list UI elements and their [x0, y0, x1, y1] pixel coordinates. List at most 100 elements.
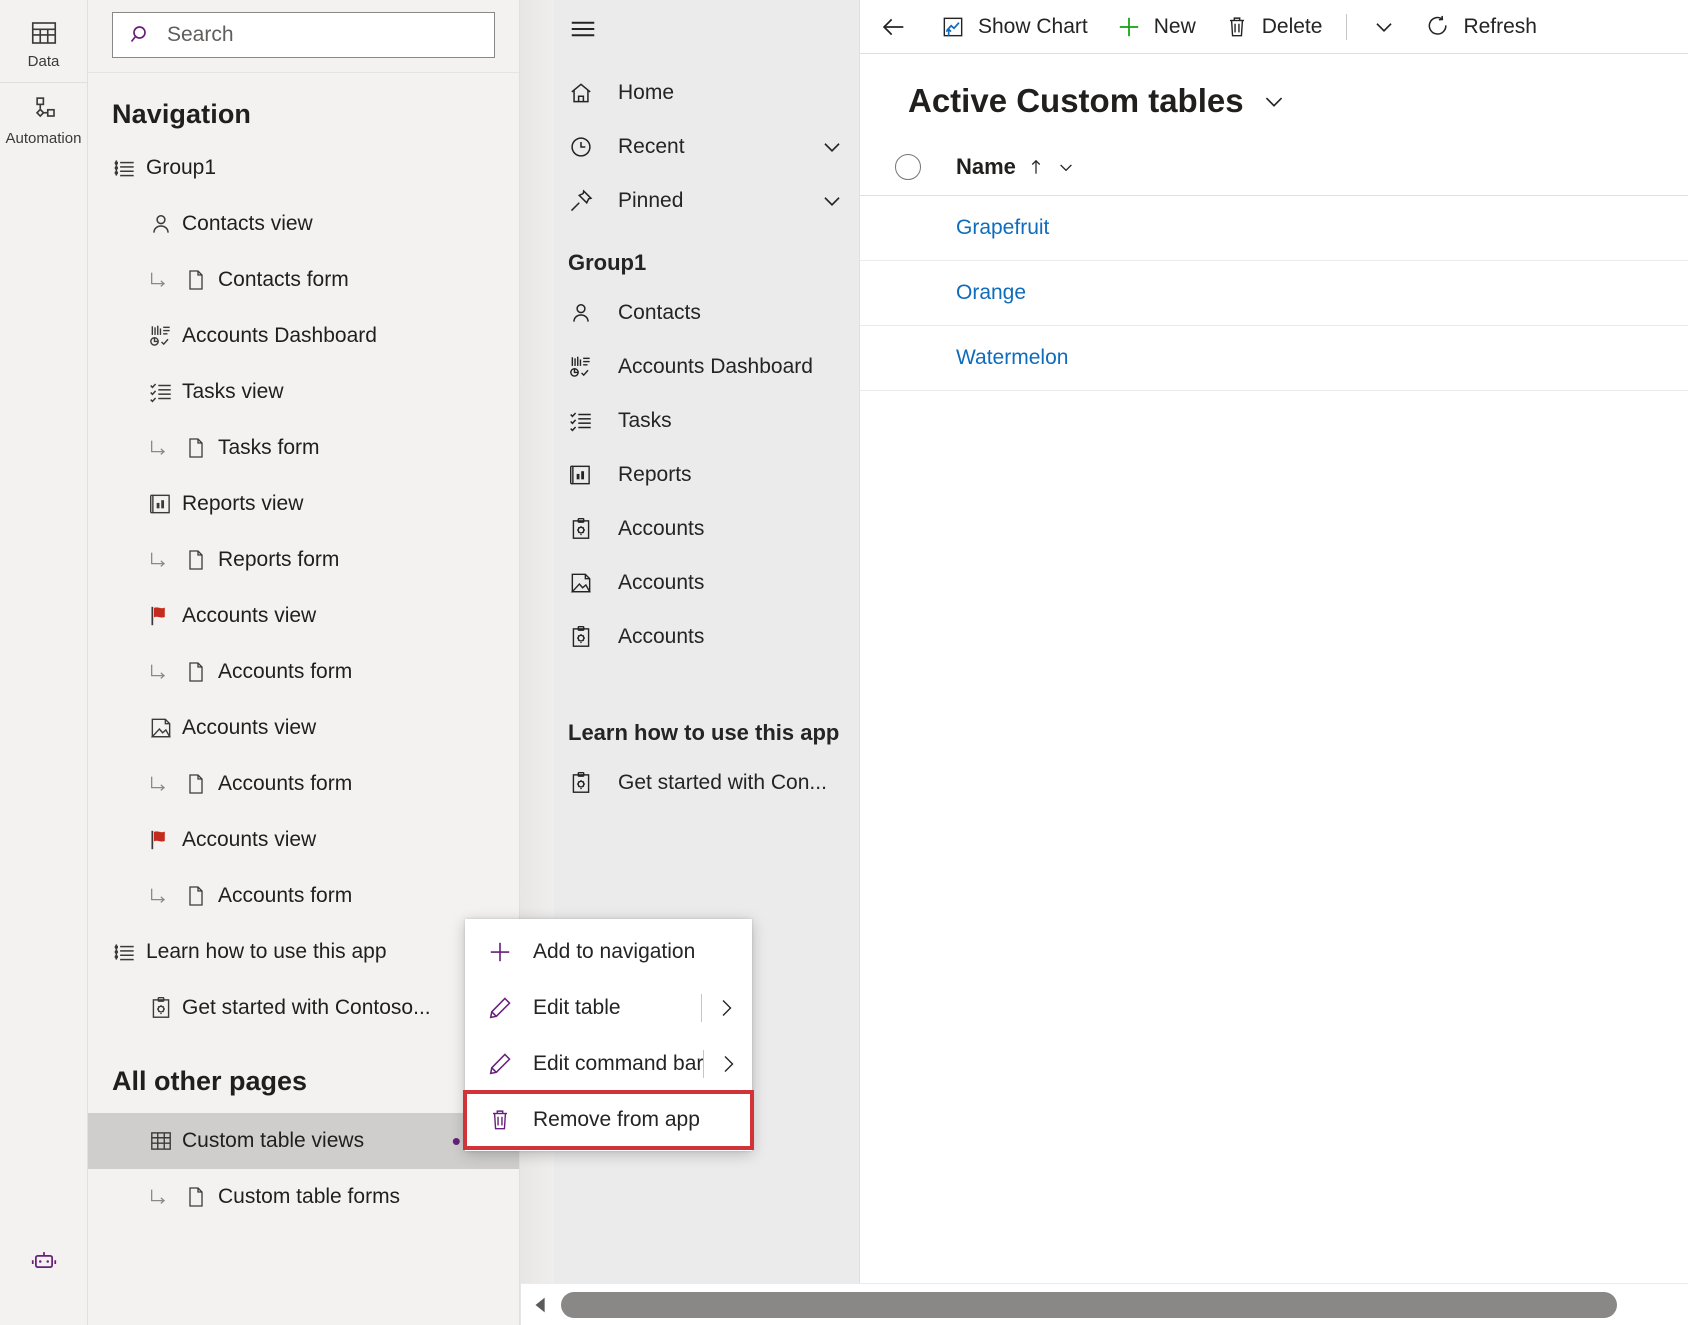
all-other-pages-header: All other pages: [112, 1066, 308, 1096]
branch-arrow-icon: [148, 549, 184, 571]
preview-item-label: Accounts: [618, 625, 705, 648]
table-row[interactable]: Orange: [860, 261, 1688, 326]
branch-arrow-icon: [148, 661, 184, 683]
preview-item-home[interactable]: Home: [520, 66, 859, 120]
record-name-link[interactable]: Grapefruit: [956, 216, 1049, 240]
nav-node-accounts-view-3[interactable]: Accounts view: [88, 812, 519, 868]
red-flag-icon: [148, 827, 182, 853]
nav-node-label: Custom table views: [182, 1129, 365, 1152]
nav-node-custom-table-forms[interactable]: Custom table forms: [88, 1169, 519, 1225]
preview-item-recent[interactable]: Recent: [520, 120, 859, 174]
plus-icon: [1116, 14, 1142, 40]
preview-item-reports[interactable]: Reports: [520, 448, 859, 502]
view-selector[interactable]: Active Custom tables: [860, 54, 1688, 138]
menu-item-edit-table[interactable]: Edit table: [465, 980, 752, 1036]
trash-icon: [1224, 14, 1250, 40]
nav-node-get-started[interactable]: Get started with Contoso...: [88, 980, 519, 1036]
copilot-bot-icon[interactable]: [0, 1249, 88, 1279]
nav-node-label: Contacts view: [182, 212, 313, 235]
scroll-left-arrow[interactable]: [521, 1294, 561, 1316]
table-row[interactable]: Watermelon: [860, 326, 1688, 391]
nav-node-custom-table-views[interactable]: Custom table views •••: [88, 1113, 519, 1169]
nav-node-accounts-form-2[interactable]: Accounts form: [88, 756, 519, 812]
preview-item-label: Accounts: [618, 517, 705, 540]
form-page-icon: [184, 548, 218, 572]
command-bar: Show Chart New Delete Refresh: [860, 0, 1688, 54]
preview-item-get-started[interactable]: Get started with Con...: [520, 756, 859, 810]
preview-item-label: Recent: [618, 135, 685, 158]
preview-item-pinned[interactable]: Pinned: [520, 174, 859, 228]
menu-item-remove-from-app[interactable]: Remove from app: [463, 1090, 754, 1150]
refresh-button[interactable]: Refresh: [1411, 5, 1551, 49]
nav-node-tasks-view[interactable]: Tasks view: [88, 364, 519, 420]
chevron-down-icon[interactable]: [819, 188, 845, 214]
nav-node-label: Accounts Dashboard: [182, 324, 377, 347]
clock-icon: [568, 134, 618, 160]
nav-node-accounts-form-1[interactable]: Accounts form: [88, 644, 519, 700]
menu-item-add-to-navigation[interactable]: Add to navigation: [465, 924, 752, 980]
record-name-link[interactable]: Watermelon: [956, 346, 1068, 370]
entity-card-icon: [568, 570, 618, 596]
red-flag-icon: [148, 603, 182, 629]
nav-node-reports-form[interactable]: Reports form: [88, 532, 519, 588]
menu-item-edit-command-bar[interactable]: Edit command bar: [465, 1036, 752, 1092]
grid-header-row: Name: [860, 138, 1688, 196]
preview-item-accounts-1[interactable]: Accounts: [520, 502, 859, 556]
nav-node-label: Accounts form: [218, 772, 353, 795]
select-all-radio[interactable]: [860, 153, 956, 180]
preview-item-accounts-2[interactable]: Accounts: [520, 556, 859, 610]
task-list-icon: [148, 379, 182, 405]
nav-node-group1[interactable]: Group1: [88, 140, 519, 196]
form-page-icon: [184, 436, 218, 460]
clipboard-gear-icon: [568, 516, 618, 542]
form-page-icon: [184, 1185, 218, 1209]
table-row[interactable]: Grapefruit: [860, 196, 1688, 261]
horizontal-scrollbar[interactable]: [521, 1283, 1688, 1325]
preview-item-accounts-3[interactable]: Accounts: [520, 610, 859, 664]
preview-item-accounts-dashboard[interactable]: Accounts Dashboard: [520, 340, 859, 394]
trash-icon: [487, 1107, 533, 1133]
chevron-down-icon[interactable]: [1056, 157, 1076, 177]
submenu-indicator[interactable]: [701, 994, 752, 1022]
rail-item-automation[interactable]: Automation: [0, 83, 88, 159]
search-input[interactable]: Search: [112, 12, 495, 58]
chevron-down-icon[interactable]: [1260, 87, 1288, 115]
nav-node-learn-group[interactable]: Learn how to use this app: [88, 924, 519, 980]
nav-node-contacts-view[interactable]: Contacts view: [88, 196, 519, 252]
nav-node-label: Reports form: [218, 548, 340, 571]
overflow-button[interactable]: [1357, 5, 1411, 49]
column-header-label: Name: [956, 153, 1016, 179]
scrollbar-track[interactable]: [561, 1284, 1688, 1325]
chevron-right-icon[interactable]: [714, 996, 738, 1020]
nav-node-contacts-form[interactable]: Contacts form: [88, 252, 519, 308]
scrollbar-thumb[interactable]: [561, 1291, 1617, 1318]
nav-node-accounts-dashboard[interactable]: Accounts Dashboard: [88, 308, 519, 364]
preview-item-contacts[interactable]: Contacts: [520, 286, 859, 340]
hamburger-menu-icon[interactable]: [520, 0, 859, 44]
record-name-link[interactable]: Orange: [956, 281, 1026, 305]
back-button[interactable]: [868, 5, 926, 49]
table-grid-icon: [148, 1128, 182, 1154]
command-label: New: [1153, 14, 1196, 38]
nav-node-accounts-view-2[interactable]: Accounts view: [88, 700, 519, 756]
preview-item-label: Accounts: [618, 571, 705, 594]
show-chart-button[interactable]: Show Chart: [926, 5, 1102, 49]
nav-node-label: Accounts form: [218, 884, 353, 907]
contact-person-icon: [568, 300, 618, 326]
nav-node-reports-view[interactable]: Reports view: [88, 476, 519, 532]
nav-node-tasks-form[interactable]: Tasks form: [88, 420, 519, 476]
nav-node-accounts-view-1[interactable]: Accounts view: [88, 588, 519, 644]
column-header-name[interactable]: Name: [956, 154, 1076, 180]
delete-button[interactable]: Delete: [1210, 5, 1337, 49]
nav-node-accounts-form-3[interactable]: Accounts form: [88, 868, 519, 924]
menu-separator: [703, 1050, 705, 1078]
new-button[interactable]: New: [1102, 5, 1210, 49]
command-label: Show Chart: [978, 14, 1088, 38]
submenu-indicator[interactable]: [703, 1050, 754, 1078]
chevron-right-icon[interactable]: [716, 1052, 740, 1076]
form-page-icon: [184, 772, 218, 796]
chevron-down-icon[interactable]: [819, 134, 845, 160]
menu-separator: [701, 994, 702, 1022]
rail-item-data[interactable]: Data: [0, 6, 88, 82]
preview-item-tasks[interactable]: Tasks: [520, 394, 859, 448]
